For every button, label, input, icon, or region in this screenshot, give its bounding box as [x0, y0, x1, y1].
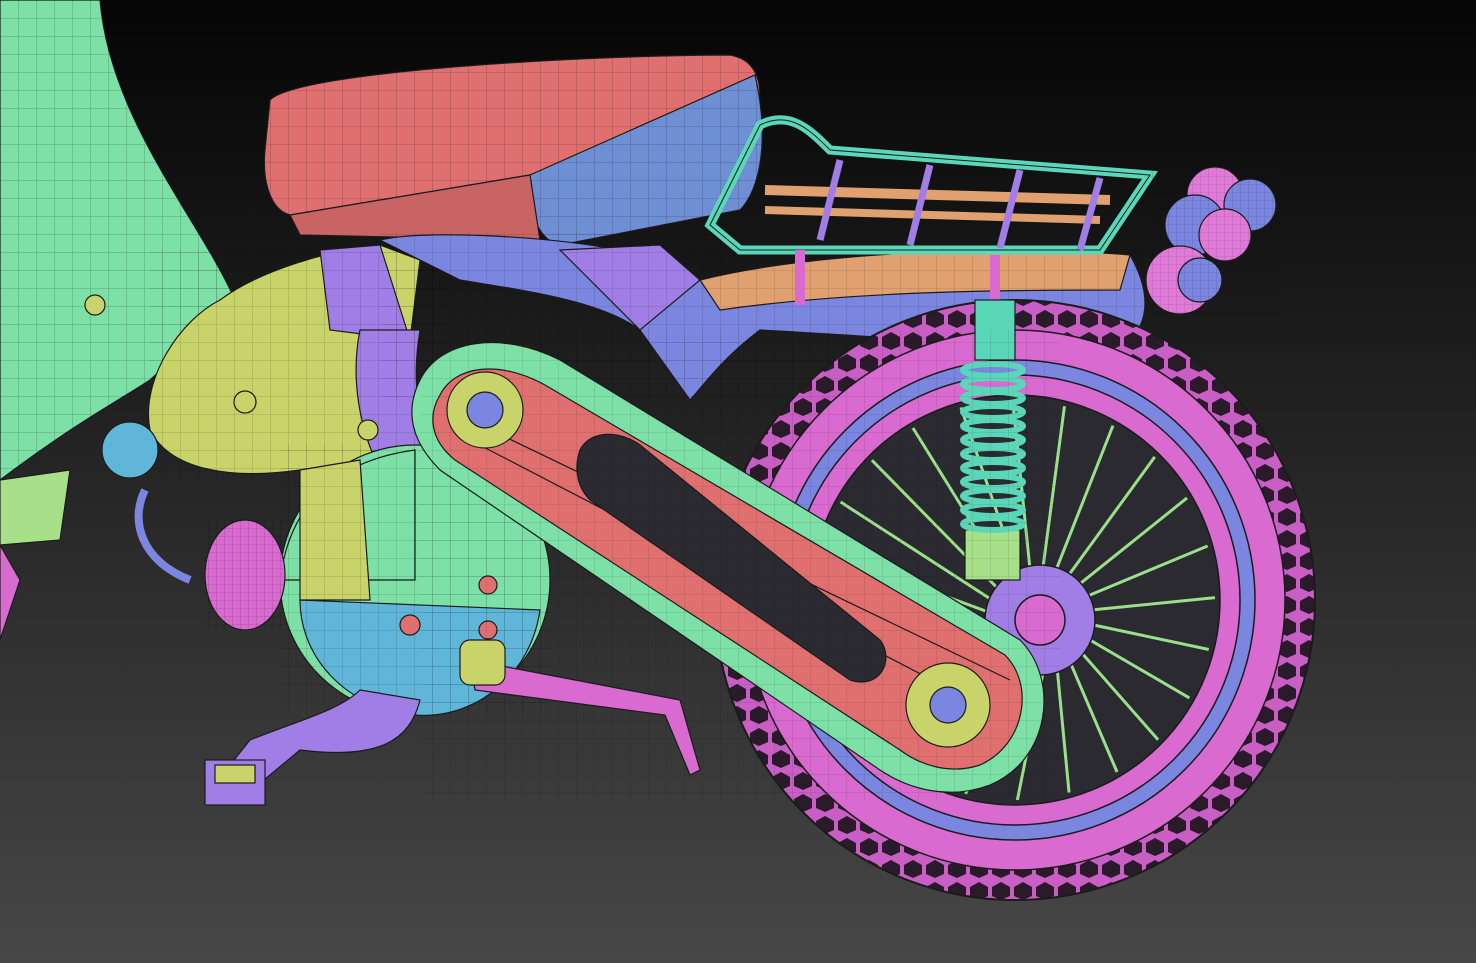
seat [263, 54, 763, 246]
chain-guard [411, 330, 1060, 800]
turn-signals [1145, 165, 1280, 315]
viewport-scene [0, 0, 1476, 963]
